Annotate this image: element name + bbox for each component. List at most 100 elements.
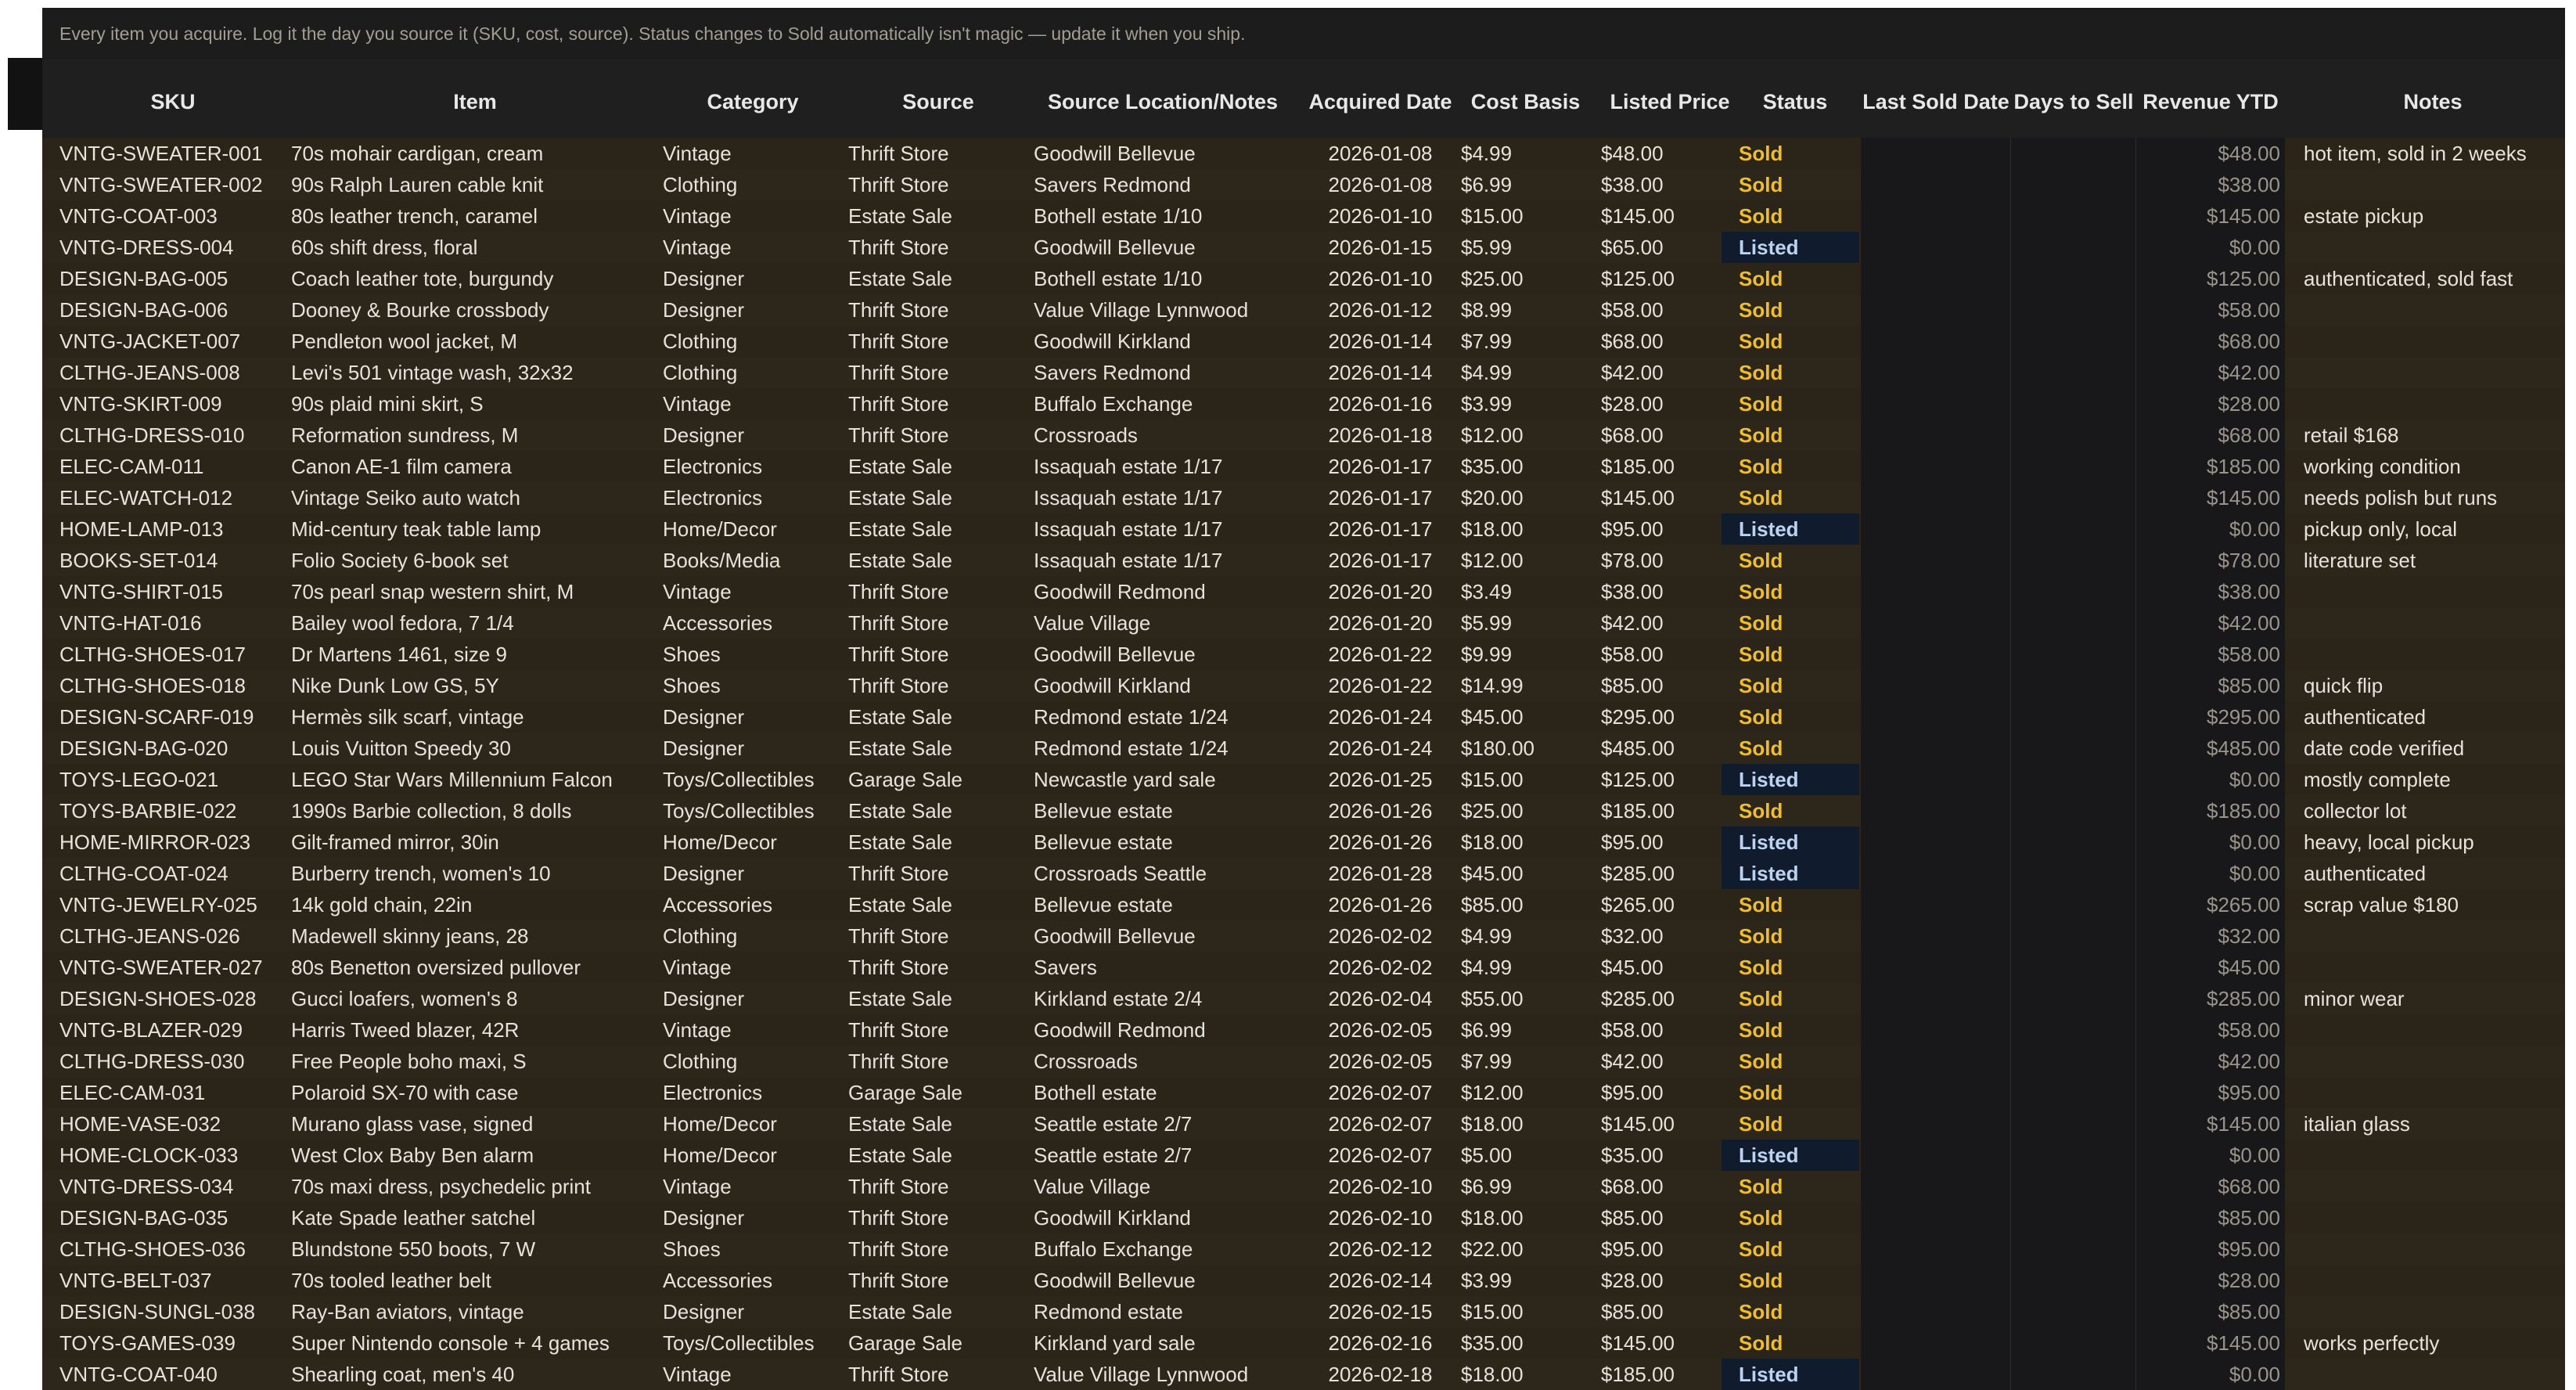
source-location-cell[interactable]: Crossroads	[1034, 1046, 1292, 1077]
revenue-ytd-cell[interactable]: $45.00	[2136, 952, 2285, 983]
days-to-sell-cell[interactable]	[2011, 232, 2136, 263]
cost-basis-cell[interactable]: $7.99	[1461, 326, 1590, 357]
last-sold-date-cell[interactable]	[1861, 607, 2011, 639]
cost-basis-cell[interactable]: $35.00	[1461, 1327, 1590, 1359]
source-location-cell[interactable]: Redmond estate 1/24	[1034, 733, 1292, 764]
source-location-cell[interactable]: Bothell estate	[1034, 1077, 1292, 1108]
last-sold-date-cell[interactable]	[1861, 1171, 2011, 1202]
last-sold-date-cell[interactable]	[1861, 920, 2011, 952]
last-sold-date-cell[interactable]	[1861, 232, 2011, 263]
revenue-ytd-cell[interactable]: $28.00	[2136, 1265, 2285, 1296]
sku-cell[interactable]: DESIGN-SUNGL-038	[59, 1296, 286, 1327]
last-sold-date-cell[interactable]	[1861, 733, 2011, 764]
last-sold-date-cell[interactable]	[1861, 1077, 2011, 1108]
table-row[interactable]: VNTG-SWEATER-002 90s Ralph Lauren cable k…	[42, 169, 2565, 200]
cost-basis-cell[interactable]: $18.00	[1461, 513, 1590, 545]
category-cell[interactable]: Designer	[663, 1202, 843, 1233]
cost-basis-cell[interactable]: $12.00	[1461, 420, 1590, 451]
last-sold-date-cell[interactable]	[1861, 576, 2011, 607]
acquired-date-cell[interactable]: 2026-02-05	[1310, 1014, 1451, 1046]
source-cell[interactable]: Thrift Store	[848, 357, 1028, 388]
source-cell[interactable]: Garage Sale	[848, 764, 1028, 795]
category-cell[interactable]: Clothing	[663, 920, 843, 952]
revenue-ytd-cell[interactable]: $185.00	[2136, 451, 2285, 482]
table-row[interactable]: VNTG-DRESS-034 70s maxi dress, psychedeli…	[42, 1171, 2565, 1202]
item-cell[interactable]: Ray-Ban aviators, vintage	[291, 1296, 659, 1327]
last-sold-date-cell[interactable]	[1861, 326, 2011, 357]
status-cell[interactable]: Sold	[1722, 607, 1859, 639]
source-cell[interactable]: Thrift Store	[848, 607, 1028, 639]
days-to-sell-cell[interactable]	[2011, 889, 2136, 920]
category-cell[interactable]: Home/Decor	[663, 826, 843, 858]
revenue-ytd-cell[interactable]: $125.00	[2136, 263, 2285, 294]
source-cell[interactable]: Estate Sale	[848, 826, 1028, 858]
last-sold-date-cell[interactable]	[1861, 1046, 2011, 1077]
acquired-date-cell[interactable]: 2026-01-26	[1310, 795, 1451, 826]
days-to-sell-cell[interactable]	[2011, 357, 2136, 388]
source-location-cell[interactable]: Value Village	[1034, 1171, 1292, 1202]
cost-basis-cell[interactable]: $6.99	[1461, 1014, 1590, 1046]
last-sold-date-cell[interactable]	[1861, 1265, 2011, 1296]
status-cell[interactable]: Sold	[1722, 1171, 1859, 1202]
cost-basis-cell[interactable]: $5.99	[1461, 232, 1590, 263]
acquired-date-cell[interactable]: 2026-02-16	[1310, 1327, 1451, 1359]
column-header-revenue-ytd[interactable]: Revenue YTD	[2136, 59, 2285, 144]
table-row[interactable]: VNTG-COAT-003 80s leather trench, caramel…	[42, 200, 2565, 232]
item-cell[interactable]: 70s maxi dress, psychedelic print	[291, 1171, 659, 1202]
status-cell[interactable]: Listed	[1722, 1140, 1859, 1171]
revenue-ytd-cell[interactable]: $42.00	[2136, 357, 2285, 388]
cost-basis-cell[interactable]: $12.00	[1461, 1077, 1590, 1108]
item-cell[interactable]: Harris Tweed blazer, 42R	[291, 1014, 659, 1046]
source-location-cell[interactable]: Seattle estate 2/7	[1034, 1108, 1292, 1140]
sku-cell[interactable]: ELEC-WATCH-012	[59, 482, 286, 513]
source-location-cell[interactable]: Buffalo Exchange	[1034, 1233, 1292, 1265]
days-to-sell-cell[interactable]	[2011, 1140, 2136, 1171]
item-cell[interactable]: Canon AE-1 film camera	[291, 451, 659, 482]
status-cell[interactable]: Sold	[1722, 1108, 1859, 1140]
listed-price-cell[interactable]: $95.00	[1601, 1233, 1738, 1265]
table-row[interactable]: VNTG-JACKET-007 Pendleton wool jacket, MC…	[42, 326, 2565, 357]
column-header-source-location[interactable]: Source Location/Notes	[1034, 59, 1292, 144]
sku-cell[interactable]: HOME-VASE-032	[59, 1108, 286, 1140]
source-cell[interactable]: Thrift Store	[848, 1233, 1028, 1265]
source-cell[interactable]: Estate Sale	[848, 701, 1028, 733]
table-row[interactable]: VNTG-JEWELRY-025 14k gold chain, 22in Acce…	[42, 889, 2565, 920]
status-cell[interactable]: Sold	[1722, 639, 1859, 670]
status-cell[interactable]: Sold	[1722, 1296, 1859, 1327]
sku-cell[interactable]: TOYS-LEGO-021	[59, 764, 286, 795]
acquired-date-cell[interactable]: 2026-01-08	[1310, 169, 1451, 200]
notes-cell[interactable]	[2304, 1077, 2562, 1108]
category-cell[interactable]: Designer	[663, 733, 843, 764]
sku-cell[interactable]: CLTHG-COAT-024	[59, 858, 286, 889]
source-cell[interactable]: Thrift Store	[848, 169, 1028, 200]
table-row[interactable]: VNTG-DRESS-004 60s shift dress, floral Vin…	[42, 232, 2565, 263]
category-cell[interactable]: Toys/Collectibles	[663, 795, 843, 826]
status-cell[interactable]: Sold	[1722, 451, 1859, 482]
table-row[interactable]: VNTG-SHIRT-015 70s pearl snap western shi…	[42, 576, 2565, 607]
status-cell[interactable]: Sold	[1722, 263, 1859, 294]
days-to-sell-cell[interactable]	[2011, 1233, 2136, 1265]
acquired-date-cell[interactable]: 2026-02-07	[1310, 1077, 1451, 1108]
source-location-cell[interactable]: Goodwill Bellevue	[1034, 138, 1292, 169]
revenue-ytd-cell[interactable]: $0.00	[2136, 1359, 2285, 1390]
listed-price-cell[interactable]: $45.00	[1601, 952, 1738, 983]
table-row[interactable]: CLTHG-DRESS-010 Reformation sundress, M De…	[42, 420, 2565, 451]
last-sold-date-cell[interactable]	[1861, 482, 2011, 513]
category-cell[interactable]: Designer	[663, 420, 843, 451]
notes-cell[interactable]: pickup only, local	[2304, 513, 2562, 545]
source-location-cell[interactable]: Goodwill Redmond	[1034, 1014, 1292, 1046]
notes-cell[interactable]: collector lot	[2304, 795, 2562, 826]
cost-basis-cell[interactable]: $8.99	[1461, 294, 1590, 326]
source-cell[interactable]: Thrift Store	[848, 920, 1028, 952]
last-sold-date-cell[interactable]	[1861, 545, 2011, 576]
acquired-date-cell[interactable]: 2026-02-02	[1310, 920, 1451, 952]
sku-cell[interactable]: ELEC-CAM-031	[59, 1077, 286, 1108]
cost-basis-cell[interactable]: $5.00	[1461, 1140, 1590, 1171]
cost-basis-cell[interactable]: $25.00	[1461, 263, 1590, 294]
listed-price-cell[interactable]: $145.00	[1601, 200, 1738, 232]
notes-cell[interactable]	[2304, 1233, 2562, 1265]
acquired-date-cell[interactable]: 2026-01-22	[1310, 639, 1451, 670]
last-sold-date-cell[interactable]	[1861, 764, 2011, 795]
notes-cell[interactable]: authenticated	[2304, 701, 2562, 733]
sku-cell[interactable]: VNTG-DRESS-034	[59, 1171, 286, 1202]
